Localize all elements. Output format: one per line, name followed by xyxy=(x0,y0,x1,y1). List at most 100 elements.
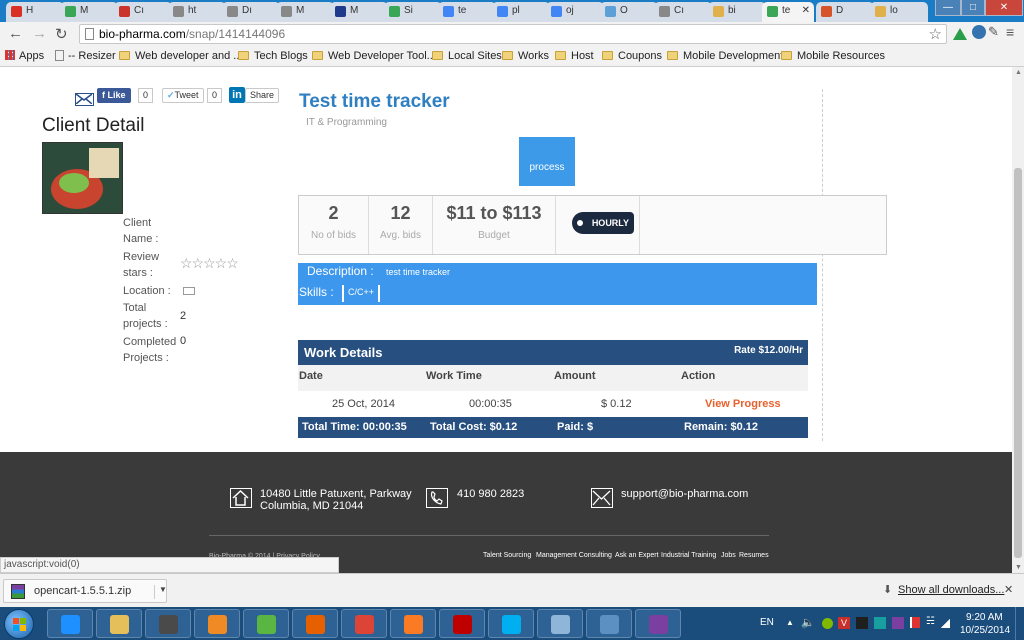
browser-tab[interactable]: lo xyxy=(870,2,928,22)
browser-tab[interactable]: H xyxy=(6,2,64,22)
footer-link[interactable]: Resumes xyxy=(739,552,769,559)
tab-label: lo xyxy=(890,5,898,16)
show-all-downloads-link[interactable]: Show all downloads... xyxy=(898,584,1004,596)
bookmark-folder[interactable]: Works xyxy=(502,50,549,62)
browser-tab[interactable]: Cı xyxy=(114,2,172,22)
support-email[interactable]: support@bio-pharma.com xyxy=(621,488,748,500)
bookmark-folder[interactable]: Mobile Resources xyxy=(781,50,885,62)
browser-tab[interactable]: oj xyxy=(546,2,604,22)
bookmark-folder[interactable]: Mobile Development xyxy=(667,50,783,62)
linkedin-icon[interactable]: in xyxy=(229,87,245,103)
apps-bookmark[interactable]: Apps xyxy=(5,50,44,62)
hourly-label: HOURLY xyxy=(591,218,629,228)
browser-tab[interactable]: Dı xyxy=(222,2,280,22)
taskbar-app-button[interactable] xyxy=(145,609,191,638)
close-window-button[interactable]: ✕ xyxy=(985,0,1023,16)
row-date: 25 Oct, 2014 xyxy=(332,398,395,410)
taskbar-app-button[interactable] xyxy=(390,609,436,638)
signal-icon[interactable] xyxy=(940,619,950,628)
bookmark-star-icon[interactable]: ☆ xyxy=(929,25,942,43)
browser-tab[interactable]: O xyxy=(600,2,658,22)
total-cost: Total Cost: $0.12 xyxy=(430,421,518,433)
scroll-down-icon[interactable]: ▼ xyxy=(1015,564,1022,571)
taskbar-app-button[interactable] xyxy=(537,609,583,638)
minimize-button[interactable]: — xyxy=(935,0,961,16)
process-button[interactable]: process xyxy=(519,137,575,186)
browser-tab[interactable]: D xyxy=(816,2,874,22)
browser-tab[interactable]: M xyxy=(276,2,334,22)
network-icon[interactable]: ☵ xyxy=(926,616,935,627)
reload-icon[interactable]: ↻ xyxy=(55,25,68,43)
browser-tab[interactable]: M xyxy=(60,2,118,22)
start-button[interactable] xyxy=(4,609,34,639)
volume-icon[interactable]: 🔈 xyxy=(801,616,815,629)
language-indicator[interactable]: EN xyxy=(760,617,774,628)
extension-v-icon[interactable] xyxy=(972,25,986,39)
clock-time[interactable]: 9:20 AM xyxy=(966,612,1003,623)
tray-app-icon[interactable] xyxy=(822,618,833,629)
browser-tab[interactable]: ht xyxy=(168,2,226,22)
maximize-button[interactable]: □ xyxy=(961,0,985,16)
taskbar-app-button[interactable] xyxy=(194,609,240,638)
footer-link[interactable]: Management Consulting xyxy=(536,552,612,559)
email-icon[interactable] xyxy=(75,93,94,106)
tray-app-icon[interactable] xyxy=(856,617,868,629)
bookmark-folder[interactable]: Web developer and ... xyxy=(119,50,242,62)
bookmark-resizer[interactable]: -- Resizer xyxy=(55,50,116,62)
browser-tab[interactable]: te xyxy=(438,2,496,22)
bookmark-folder[interactable]: Local Sites xyxy=(432,50,502,62)
close-downloads-icon[interactable]: ✕ xyxy=(1004,583,1013,596)
tweet-button[interactable]: ✓Tweet xyxy=(162,88,204,103)
footer-link[interactable]: Jobs xyxy=(721,552,736,559)
taskbar-app-button[interactable] xyxy=(96,609,142,638)
bids-count: 2 xyxy=(328,203,339,223)
browser-tab[interactable]: Si xyxy=(384,2,442,22)
download-item[interactable]: opencart-1.5.5.1.zip ▼ xyxy=(3,579,167,603)
download-menu-chevron-icon[interactable]: ▼ xyxy=(154,585,167,599)
taskbar-app-button[interactable] xyxy=(341,609,387,638)
filezilla-icon xyxy=(453,615,472,634)
browser-tab[interactable]: bi xyxy=(708,2,766,22)
drive-icon[interactable] xyxy=(953,28,967,40)
footer-link[interactable]: Ask an Expert xyxy=(615,552,659,559)
description-value: test time tracker xyxy=(386,267,451,277)
back-icon[interactable]: ← xyxy=(8,25,23,42)
facebook-like-button[interactable]: f Like xyxy=(97,88,131,103)
taskbar-app-button[interactable] xyxy=(243,609,289,638)
bookmark-folder[interactable]: Host xyxy=(555,50,594,62)
bookmark-folder[interactable]: Coupons xyxy=(602,50,662,62)
twitter-icon: ✓ xyxy=(167,90,175,100)
browser-tab[interactable]: M xyxy=(330,2,388,22)
bookmark-folder[interactable]: Tech Blogs xyxy=(238,50,308,62)
scrollbar-thumb[interactable] xyxy=(1014,168,1022,558)
label-line: Client xyxy=(123,217,152,229)
taskbar-app-button[interactable] xyxy=(635,609,681,638)
taskbar-app-button[interactable] xyxy=(47,609,93,638)
taskbar-app-button[interactable] xyxy=(292,609,338,638)
footer-link[interactable]: Talent Sourcing xyxy=(483,552,531,559)
forward-icon[interactable]: → xyxy=(32,25,47,42)
project-category: IT & Programming xyxy=(306,117,387,128)
scroll-up-icon[interactable]: ▲ xyxy=(1015,69,1022,76)
taskbar-app-button[interactable] xyxy=(586,609,632,638)
clock-date[interactable]: 10/25/2014 xyxy=(960,625,1010,636)
color-picker-icon[interactable]: ✎ xyxy=(988,24,999,40)
tab-close-icon[interactable]: ✕ xyxy=(802,5,810,16)
tray-expand-icon[interactable]: ▲ xyxy=(786,618,794,627)
bookmark-folder[interactable]: Web Developer Tool... xyxy=(312,50,436,62)
linkedin-share-button[interactable]: Share xyxy=(245,88,280,103)
address-bar[interactable]: bio-pharma.com/snap/1414144096 ☆ xyxy=(79,24,947,44)
browser-tab[interactable]: Cı xyxy=(654,2,712,22)
browser-tab[interactable]: te ✕ xyxy=(762,2,814,22)
footer-link[interactable]: Industrial Training xyxy=(661,552,716,559)
menu-icon[interactable]: ≡ xyxy=(1006,24,1014,40)
taskbar-app-button[interactable] xyxy=(488,609,534,638)
view-progress-link[interactable]: View Progress xyxy=(705,398,781,410)
tray-app-icon[interactable] xyxy=(892,617,904,629)
browser-tab[interactable]: pl xyxy=(492,2,550,22)
taskbar-app-button[interactable] xyxy=(439,609,485,638)
flag-icon[interactable] xyxy=(910,617,920,628)
show-desktop-button[interactable] xyxy=(1015,607,1024,640)
tray-app-icon[interactable] xyxy=(874,617,886,629)
antivirus-tray-icon[interactable]: V xyxy=(838,617,850,629)
